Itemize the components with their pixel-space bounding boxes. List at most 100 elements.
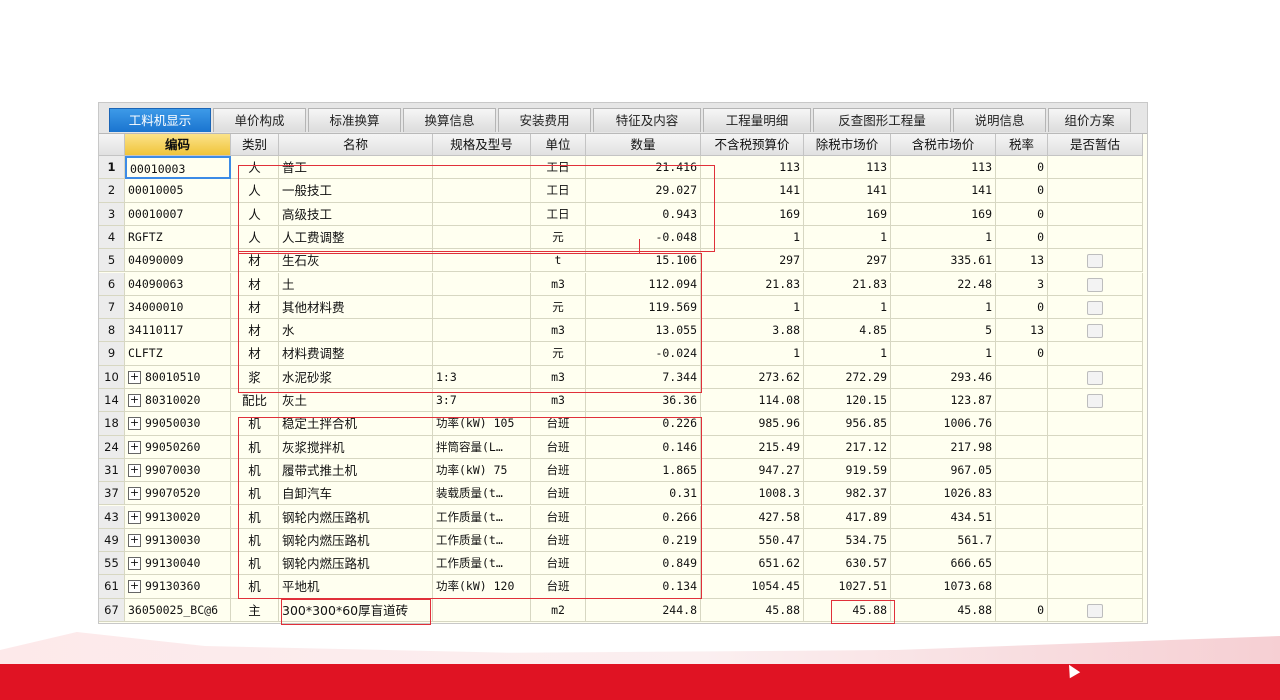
- cell-code[interactable]: 34000010: [125, 295, 231, 320]
- cell-spec[interactable]: 1:3: [433, 365, 531, 389]
- cell-code[interactable]: 36050025_BC@6: [125, 598, 231, 622]
- cell-est[interactable]: [1048, 295, 1143, 320]
- cell-rate[interactable]: 0: [996, 156, 1048, 180]
- cell-qty[interactable]: 0.31: [586, 482, 701, 506]
- cell-market[interactable]: 1: [804, 225, 891, 250]
- tab-7[interactable]: 工程量明细: [703, 108, 811, 132]
- column-header-market[interactable]: 除税市场价: [804, 134, 891, 156]
- cell-code[interactable]: +99070030: [125, 458, 231, 483]
- cell-type[interactable]: 材: [231, 295, 279, 320]
- cell-budget[interactable]: 3.88: [701, 319, 804, 343]
- cell-unit[interactable]: 台班: [531, 482, 586, 506]
- cell-est[interactable]: [1048, 342, 1143, 366]
- cell-code[interactable]: CLFTZ: [125, 342, 231, 366]
- cell-rate[interactable]: [996, 412, 1048, 436]
- column-header-taxed[interactable]: 含税市场价: [891, 134, 996, 156]
- tab-6[interactable]: 特征及内容: [593, 108, 701, 132]
- cell-market[interactable]: 113: [804, 156, 891, 180]
- cell-spec[interactable]: [433, 598, 531, 622]
- tab-1[interactable]: 工料机显示: [109, 108, 211, 132]
- cell-spec[interactable]: 功率(kW) 75: [433, 458, 531, 483]
- cell-code[interactable]: RGFTZ: [125, 225, 231, 250]
- cell-taxed[interactable]: 217.98: [891, 435, 996, 459]
- cell-market[interactable]: 217.12: [804, 435, 891, 459]
- cell-qty[interactable]: 21.416: [586, 156, 701, 180]
- cell-spec[interactable]: [433, 272, 531, 296]
- cell-spec[interactable]: 工作质量(t…: [433, 505, 531, 529]
- table-row[interactable]: 14 +80310020 配比 灰土 3:7 m3 36.36 114.08 120.15 123…: [99, 389, 1147, 413]
- cell-spec[interactable]: 工作质量(t…: [433, 552, 531, 576]
- cell-type[interactable]: 浆: [231, 365, 279, 389]
- cell-taxed[interactable]: 22.48: [891, 272, 996, 296]
- cell-rate[interactable]: [996, 528, 1048, 553]
- cell-qty[interactable]: 0.849: [586, 552, 701, 576]
- cell-type[interactable]: 机: [231, 528, 279, 553]
- table-row[interactable]: 9 CLFTZ 材材料费调整元 -0.024 1 1 1 0: [99, 342, 1147, 366]
- cell-name[interactable]: 高级技工: [279, 202, 433, 226]
- cell-budget[interactable]: 550.47: [701, 528, 804, 553]
- estimate-checkbox[interactable]: [1087, 277, 1103, 292]
- tab-10[interactable]: 组价方案: [1048, 108, 1131, 132]
- cell-market[interactable]: 1: [804, 342, 891, 366]
- table-row[interactable]: 31 +99070030 机履带式推土机 功率(kW) 75 台班 1.865 947.27…: [99, 458, 1147, 483]
- cell-rate[interactable]: [996, 482, 1048, 506]
- cell-rate[interactable]: [996, 365, 1048, 389]
- cell-taxed[interactable]: 434.51: [891, 505, 996, 529]
- cell-qty[interactable]: 7.344: [586, 365, 701, 389]
- expand-icon[interactable]: +: [128, 417, 141, 431]
- cell-unit[interactable]: m3: [531, 272, 586, 296]
- table-row[interactable]: 37 +99070520 机自卸汽车 装载质量(t… 台班 0.31 1008.3 982.3…: [99, 482, 1147, 506]
- table-row[interactable]: 49 +99130030 机钢轮内燃压路机 工作质量(t… 台班 0.219 550.47 5…: [99, 528, 1147, 553]
- cell-est[interactable]: [1048, 505, 1143, 529]
- cell-qty[interactable]: 112.094: [586, 272, 701, 296]
- cell-taxed[interactable]: 123.87: [891, 389, 996, 413]
- cell-unit[interactable]: 工日: [531, 202, 586, 226]
- cell-taxed[interactable]: 561.7: [891, 528, 996, 553]
- estimate-checkbox[interactable]: [1087, 370, 1103, 385]
- cell-code[interactable]: +99130040: [125, 552, 231, 576]
- cell-spec[interactable]: [433, 156, 531, 180]
- cell-rate[interactable]: 0: [996, 202, 1048, 226]
- cell-name[interactable]: 履带式推土机: [279, 458, 433, 483]
- cell-rate[interactable]: 0: [996, 179, 1048, 203]
- column-header-spec[interactable]: 规格及型号: [433, 134, 531, 156]
- cell-rate[interactable]: 0: [996, 225, 1048, 250]
- cell-type[interactable]: 机: [231, 505, 279, 529]
- column-header-budget[interactable]: 不含税预算价: [701, 134, 804, 156]
- cell-spec[interactable]: [433, 225, 531, 250]
- cell-unit[interactable]: 台班: [531, 528, 586, 553]
- cell-qty[interactable]: 13.055: [586, 319, 701, 343]
- cell-budget[interactable]: 947.27: [701, 458, 804, 483]
- cell-taxed[interactable]: 1026.83: [891, 482, 996, 506]
- cell-spec[interactable]: 3:7: [433, 389, 531, 413]
- cell-market[interactable]: 919.59: [804, 458, 891, 483]
- cell-qty[interactable]: 0.146: [586, 435, 701, 459]
- cell-name[interactable]: 钢轮内燃压路机: [279, 505, 433, 529]
- cell-market[interactable]: 1027.51: [804, 575, 891, 599]
- cell-est[interactable]: [1048, 225, 1143, 250]
- cell-qty[interactable]: 1.865: [586, 458, 701, 483]
- table-row[interactable]: 3 00010007 人高级技工 工日 0.943 169 169 169 0: [99, 202, 1147, 226]
- cell-budget[interactable]: 1: [701, 225, 804, 250]
- cell-unit[interactable]: t: [531, 249, 586, 273]
- cell-spec[interactable]: [433, 249, 531, 273]
- cell-rate[interactable]: 0: [996, 295, 1048, 320]
- cell-market[interactable]: 630.57: [804, 552, 891, 576]
- cell-unit[interactable]: m3: [531, 319, 586, 343]
- cell-rate[interactable]: [996, 552, 1048, 576]
- cell-qty[interactable]: 15.106: [586, 249, 701, 273]
- cell-est[interactable]: [1048, 272, 1143, 296]
- cell-spec[interactable]: 功率(kW) 105: [433, 412, 531, 436]
- cell-qty[interactable]: 0.266: [586, 505, 701, 529]
- cell-market[interactable]: 272.29: [804, 365, 891, 389]
- cell-rate[interactable]: 0: [996, 598, 1048, 622]
- cell-rate[interactable]: [996, 458, 1048, 483]
- cell-taxed[interactable]: 1: [891, 342, 996, 366]
- cell-type[interactable]: 材: [231, 342, 279, 366]
- cell-name[interactable]: 普工: [279, 156, 433, 180]
- cell-taxed[interactable]: 1: [891, 295, 996, 320]
- cell-type[interactable]: 机: [231, 552, 279, 576]
- cell-name[interactable]: 300*300*60厚盲道砖: [279, 598, 433, 622]
- table-row[interactable]: 4 RGFTZ 人人工费调整元 -0.048 1 1 1 0: [99, 225, 1147, 250]
- table-row[interactable]: 55 +99130040 机钢轮内燃压路机 工作质量(t… 台班 0.849 651.62 6…: [99, 552, 1147, 576]
